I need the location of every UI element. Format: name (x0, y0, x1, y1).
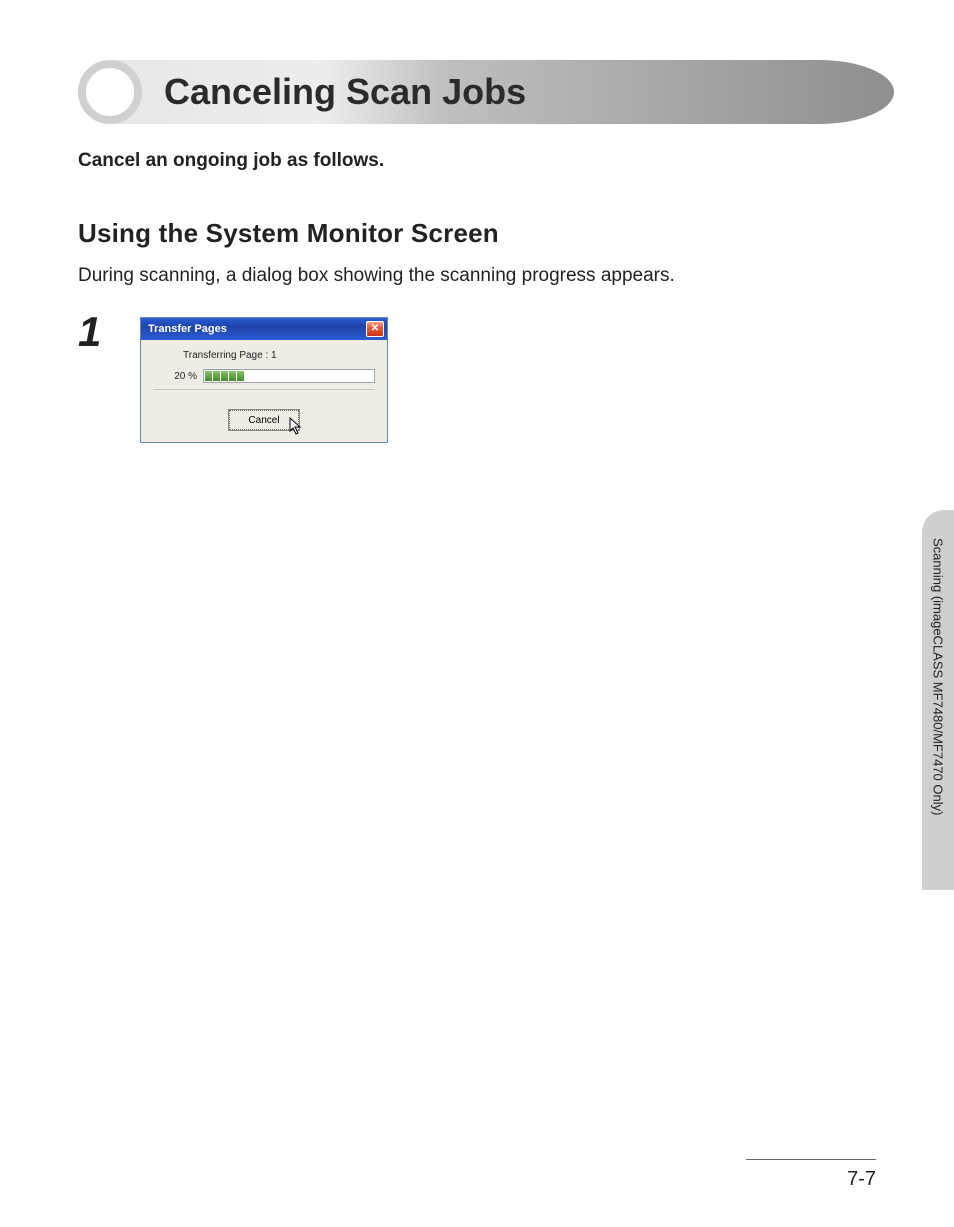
side-tab-text: Scanning (imageCLASS MF7480/MF7470 Only) (922, 538, 954, 878)
progress-segment (229, 371, 236, 381)
cursor-icon (288, 417, 304, 437)
document-page: Canceling Scan Jobs Cancel an ongoing jo… (0, 0, 954, 1227)
section-heading: Using the System Monitor Screen (78, 218, 894, 249)
progress-bar (203, 369, 375, 383)
step-number: 1 (78, 311, 112, 353)
close-icon[interactable]: ✕ (366, 321, 384, 337)
transferring-page-label: Transferring Page : 1 (153, 350, 375, 361)
dialog-title: Transfer Pages (148, 323, 227, 335)
cancel-button-label: Cancel (248, 415, 279, 426)
intro-text: Cancel an ongoing job as follows. (78, 150, 894, 172)
progress-row: 20 % (153, 369, 375, 383)
progress-segment (221, 371, 228, 381)
dialog-footer: Cancel (141, 410, 387, 442)
page-footer: 7-7 (746, 1159, 876, 1191)
side-tab: Scanning (imageCLASS MF7480/MF7470 Only) (908, 510, 954, 890)
dialog-body: Transferring Page : 1 20 % (141, 340, 387, 410)
cancel-button[interactable]: Cancel (229, 410, 299, 430)
page-title: Canceling Scan Jobs (164, 60, 526, 124)
progress-segment (205, 371, 212, 381)
dialog-separator (153, 389, 375, 390)
page-number: 7-7 (746, 1168, 876, 1191)
title-bullet-circle (78, 60, 142, 124)
step-row: 1 Transfer Pages ✕ Transferring Page : 1… (78, 317, 894, 443)
transfer-pages-dialog: Transfer Pages ✕ Transferring Page : 1 2… (140, 317, 388, 443)
progress-percent: 20 % (171, 371, 197, 382)
progress-segment (237, 371, 244, 381)
section-body-text: During scanning, a dialog box showing th… (78, 265, 894, 287)
footer-rule (746, 1159, 876, 1160)
progress-bar-fill (205, 371, 244, 381)
page-title-bar: Canceling Scan Jobs (78, 60, 894, 124)
dialog-titlebar: Transfer Pages ✕ (141, 318, 387, 340)
progress-segment (213, 371, 220, 381)
